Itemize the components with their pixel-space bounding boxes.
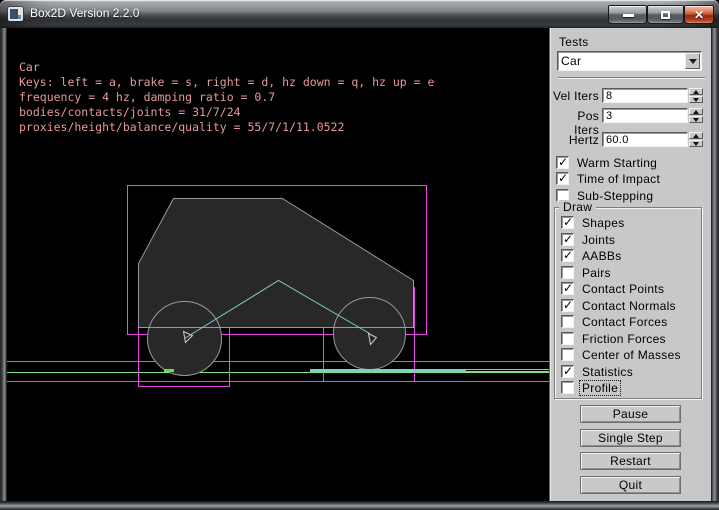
- check-icon: ✓: [563, 364, 573, 378]
- checkbox-label: Friction Forces: [580, 332, 668, 346]
- separator: [558, 77, 705, 79]
- checkbox-label: Warm Starting: [575, 156, 659, 170]
- check-icon: ✓: [563, 298, 573, 312]
- tests-dropdown[interactable]: Car: [557, 51, 702, 71]
- window-border-bottom: [0, 501, 719, 510]
- titlebar[interactable]: Box2D Version 2.2.0 ✕: [0, 0, 719, 28]
- minimize-button[interactable]: [608, 5, 647, 24]
- checkbox-box[interactable]: ✓: [561, 233, 574, 246]
- vel-iters-label: Vel Iters: [550, 89, 599, 103]
- checkbox-label: Shapes: [580, 216, 627, 230]
- window-border-left: [0, 28, 7, 501]
- checkbox-box[interactable]: ✓: [561, 216, 574, 229]
- vel-iters-down-button[interactable]: [689, 96, 703, 103]
- checkbox-box[interactable]: ✓: [561, 249, 574, 262]
- car-chassis-fill: [139, 199, 414, 328]
- pos-iters-up-button[interactable]: [689, 108, 703, 115]
- maximize-button[interactable]: [647, 5, 684, 24]
- check-icon: ✓: [563, 215, 573, 229]
- arrow-up-icon: [693, 110, 699, 114]
- arrow-down-icon: [693, 118, 699, 122]
- pos-iters-spinner: Pos Iters 3: [550, 108, 712, 123]
- close-icon: ✕: [685, 8, 713, 22]
- checkbox-label: Center of Masses: [580, 348, 683, 362]
- checkbox-label: Contact Forces: [580, 315, 670, 329]
- checkbox-label: Pairs: [580, 266, 613, 280]
- tests-label: Tests: [559, 35, 589, 49]
- checkbox-box[interactable]: ✓: [561, 282, 574, 295]
- chevron-down-icon: [689, 59, 697, 64]
- arrow-down-icon: [693, 142, 699, 146]
- vel-iters-up-button[interactable]: [689, 88, 703, 95]
- stats-text: Car Keys: left = a, brake = s, right = d…: [19, 60, 434, 135]
- hertz-label: Hertz: [550, 133, 599, 147]
- checkbox-label: Profile: [580, 381, 620, 395]
- checkbox-box[interactable]: ✓: [561, 365, 574, 378]
- app-icon-pane-small: [18, 15, 21, 19]
- checkbox-box[interactable]: [561, 266, 574, 279]
- hertz-spinner: Hertz 60.0: [550, 132, 712, 147]
- checkbox-box[interactable]: [561, 332, 574, 345]
- minimize-icon: [623, 14, 634, 17]
- checkbox-box[interactable]: [561, 315, 574, 328]
- check-icon: ✓: [563, 232, 573, 246]
- checkbox-label: Joints: [580, 233, 617, 247]
- pos-iters-down-button[interactable]: [689, 116, 703, 123]
- simulation-canvas[interactable]: Car Keys: left = a, brake = s, right = d…: [7, 28, 549, 501]
- single-step-button[interactable]: Single Step: [580, 429, 681, 447]
- arrow-up-icon: [693, 90, 699, 94]
- hertz-input[interactable]: 60.0: [602, 132, 688, 147]
- checkbox-box[interactable]: [561, 381, 574, 394]
- checkbox-label: Contact Normals: [580, 299, 678, 313]
- quit-button[interactable]: Quit: [580, 476, 681, 494]
- checkbox-label: Contact Points: [580, 282, 666, 296]
- arrow-up-icon: [693, 134, 699, 138]
- check-icon: ✓: [558, 155, 568, 169]
- app-window: Box2D Version 2.2.0 ✕: [0, 0, 719, 510]
- maximize-icon: [661, 11, 670, 19]
- close-button[interactable]: ✕: [684, 5, 714, 24]
- arrow-down-icon: [693, 98, 699, 102]
- checkbox-box[interactable]: ✓: [556, 172, 569, 185]
- tests-dropdown-button[interactable]: [685, 53, 700, 69]
- check-icon: ✓: [563, 281, 573, 295]
- tests-selected-value: Car: [561, 54, 581, 68]
- hertz-up-button[interactable]: [689, 132, 703, 139]
- checkbox-box[interactable]: [561, 348, 574, 361]
- pause-button[interactable]: Pause: [580, 405, 681, 423]
- hertz-down-button[interactable]: [689, 140, 703, 147]
- restart-button[interactable]: Restart: [580, 452, 681, 470]
- checkbox-label: Statistics: [580, 365, 635, 379]
- pos-iters-input[interactable]: 3: [602, 108, 688, 123]
- window-border-right: [711, 28, 719, 501]
- checkbox-label: AABBs: [580, 249, 624, 263]
- vel-iters-input[interactable]: 8: [602, 88, 688, 103]
- app-icon: [8, 7, 23, 21]
- check-icon: ✓: [558, 171, 568, 185]
- window-title: Box2D Version 2.2.0: [30, 6, 139, 20]
- checkbox-box[interactable]: ✓: [561, 299, 574, 312]
- app-icon-pane: [10, 9, 18, 19]
- check-icon: ✓: [563, 248, 573, 262]
- checkbox-box[interactable]: ✓: [556, 156, 569, 169]
- checkbox-label: Time of Impact: [575, 172, 662, 186]
- draw-group-legend: Draw: [559, 200, 596, 214]
- control-panel: Tests Car Vel Iters 8 Pos Iters 3: [549, 28, 711, 501]
- contact-point-marker: [164, 369, 174, 372]
- vel-iters-spinner: Vel Iters 8: [550, 88, 712, 103]
